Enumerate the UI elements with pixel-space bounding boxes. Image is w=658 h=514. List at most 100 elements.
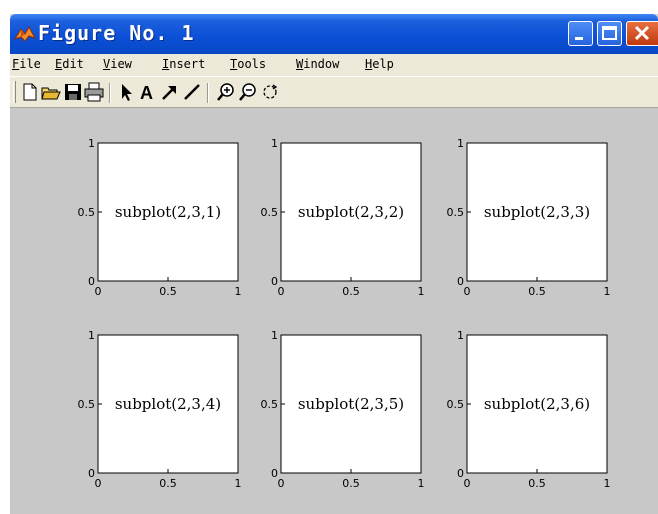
subplot-6[interactable]: 0 0.5 1 0 0.5 1 subplot(2,3,6)	[447, 329, 611, 490]
save-button[interactable]	[63, 82, 83, 102]
window-title: Figure No. 1	[38, 21, 195, 45]
subplot-label: subplot(2,3,4)	[115, 395, 221, 413]
zoom-in-icon	[217, 83, 234, 101]
y-tick-label: 0	[457, 275, 464, 288]
x-tick-label: 0	[95, 477, 102, 490]
zoom-in-button[interactable]	[216, 82, 236, 102]
x-tick-label: 1	[418, 285, 425, 298]
title-bar[interactable]: Figure No. 1	[10, 14, 658, 54]
menu-edit[interactable]: Edit	[55, 57, 84, 71]
subplot-label: subplot(2,3,5)	[298, 395, 404, 413]
menu-file[interactable]: File	[12, 57, 41, 71]
x-tick-label: 1	[235, 285, 242, 298]
toolbar: A	[10, 76, 658, 108]
insert-text-glyph: A	[140, 83, 153, 102]
menu-label-rest: ools	[237, 57, 267, 71]
toolbar-separator	[109, 83, 111, 103]
menu-label-rest: nsert	[169, 57, 206, 71]
y-tick-label: 1	[271, 137, 278, 150]
x-tick-label: 1	[604, 285, 611, 298]
x-tick-label: 0	[464, 285, 471, 298]
y-tick-label: 0	[271, 275, 278, 288]
y-tick-label: 0	[457, 467, 464, 480]
y-tick-label: 1	[457, 137, 464, 150]
insert-text-icon: A	[140, 83, 153, 102]
y-tick-label: 0.5	[447, 206, 465, 219]
new-file-icon	[23, 83, 37, 101]
subplot-4[interactable]: 0 0.5 1 0 0.5 1 subplot(2,3,4)	[78, 329, 242, 490]
subplot-label: subplot(2,3,3)	[484, 203, 590, 221]
x-tick-label: 0	[278, 477, 285, 490]
subplot-2[interactable]: 0 0.5 1 0 0.5 1 subplot(2,3,2)	[261, 137, 425, 298]
figure-window: Figure No. 1 File Edit View Insert Tools Wind…	[10, 14, 658, 514]
new-file-button[interactable]	[20, 82, 40, 102]
menu-label-rest: iew	[110, 57, 132, 71]
subplot-label: subplot(2,3,6)	[484, 395, 590, 413]
figure-canvas[interactable]: 0 0.5 1 0 0.5 1 subplot(2,3,1) 0 0.5 1 0 0.5 1 subplo…	[10, 108, 658, 514]
save-icon	[65, 84, 81, 100]
toolbar-separator	[207, 83, 209, 103]
x-tick-label: 0.5	[342, 477, 360, 490]
x-tick-label: 0	[464, 477, 471, 490]
menu-label-rest: indow	[303, 57, 340, 71]
insert-line-button[interactable]	[182, 82, 202, 102]
x-tick-label: 1	[604, 477, 611, 490]
y-tick-label: 0.5	[78, 398, 96, 411]
maximize-icon	[602, 26, 617, 40]
y-tick-label: 0.5	[261, 398, 279, 411]
y-tick-label: 0.5	[78, 206, 96, 219]
menu-view[interactable]: View	[103, 57, 132, 71]
open-button[interactable]	[41, 82, 61, 102]
insert-line-icon	[184, 84, 200, 100]
y-tick-label: 1	[271, 329, 278, 342]
select-arrow-icon	[122, 84, 132, 101]
insert-text-button[interactable]: A	[137, 82, 157, 102]
x-tick-label: 0.5	[159, 477, 177, 490]
open-folder-icon	[41, 87, 61, 100]
rotate-3d-button[interactable]	[260, 82, 280, 102]
menu-label-rest: ile	[19, 57, 41, 71]
maximize-button[interactable]	[597, 21, 622, 46]
menu-bar: File Edit View Insert Tools Window Help	[10, 54, 658, 76]
menu-insert[interactable]: Insert	[162, 57, 205, 71]
close-icon	[634, 25, 650, 41]
menu-label-rest: elp	[372, 57, 394, 71]
print-icon	[84, 82, 104, 102]
minimize-button[interactable]	[568, 21, 593, 46]
rotate-3d-icon	[263, 84, 278, 99]
subplot-label: subplot(2,3,2)	[298, 203, 404, 221]
x-tick-label: 1	[235, 477, 242, 490]
subplot-1[interactable]: 0 0.5 1 0 0.5 1 subplot(2,3,1)	[78, 137, 242, 298]
select-button[interactable]	[116, 82, 136, 102]
insert-arrow-icon	[162, 86, 176, 100]
menu-window[interactable]: Window	[296, 57, 339, 71]
subplot-3[interactable]: 0 0.5 1 0 0.5 1 subplot(2,3,3)	[447, 137, 611, 298]
x-tick-label: 0.5	[528, 477, 546, 490]
print-button[interactable]	[84, 82, 104, 102]
zoom-out-icon	[239, 83, 256, 101]
y-tick-label: 0	[271, 467, 278, 480]
close-button[interactable]	[626, 21, 658, 46]
x-tick-label: 0	[95, 285, 102, 298]
x-tick-label: 1	[418, 477, 425, 490]
menu-help[interactable]: Help	[365, 57, 394, 71]
y-tick-label: 0.5	[447, 398, 465, 411]
y-tick-label: 1	[88, 329, 95, 342]
y-tick-label: 0	[88, 275, 95, 288]
y-tick-label: 0.5	[261, 206, 279, 219]
x-tick-label: 0.5	[342, 285, 360, 298]
zoom-out-button[interactable]	[238, 82, 258, 102]
x-tick-label: 0	[278, 285, 285, 298]
subplot-grid: 0 0.5 1 0 0.5 1 subplot(2,3,1) 0 0.5 1 0 0.5 1 subplo…	[78, 137, 611, 490]
y-tick-label: 1	[457, 329, 464, 342]
minimize-icon	[575, 37, 583, 40]
y-tick-label: 0	[88, 467, 95, 480]
y-tick-label: 1	[88, 137, 95, 150]
insert-arrow-button[interactable]	[160, 82, 180, 102]
subplot-label: subplot(2,3,1)	[115, 203, 221, 221]
x-tick-label: 0.5	[528, 285, 546, 298]
menu-tools[interactable]: Tools	[230, 57, 266, 71]
toolbar-grip[interactable]	[13, 81, 16, 103]
x-tick-label: 0.5	[159, 285, 177, 298]
subplot-5[interactable]: 0 0.5 1 0 0.5 1 subplot(2,3,5)	[261, 329, 425, 490]
